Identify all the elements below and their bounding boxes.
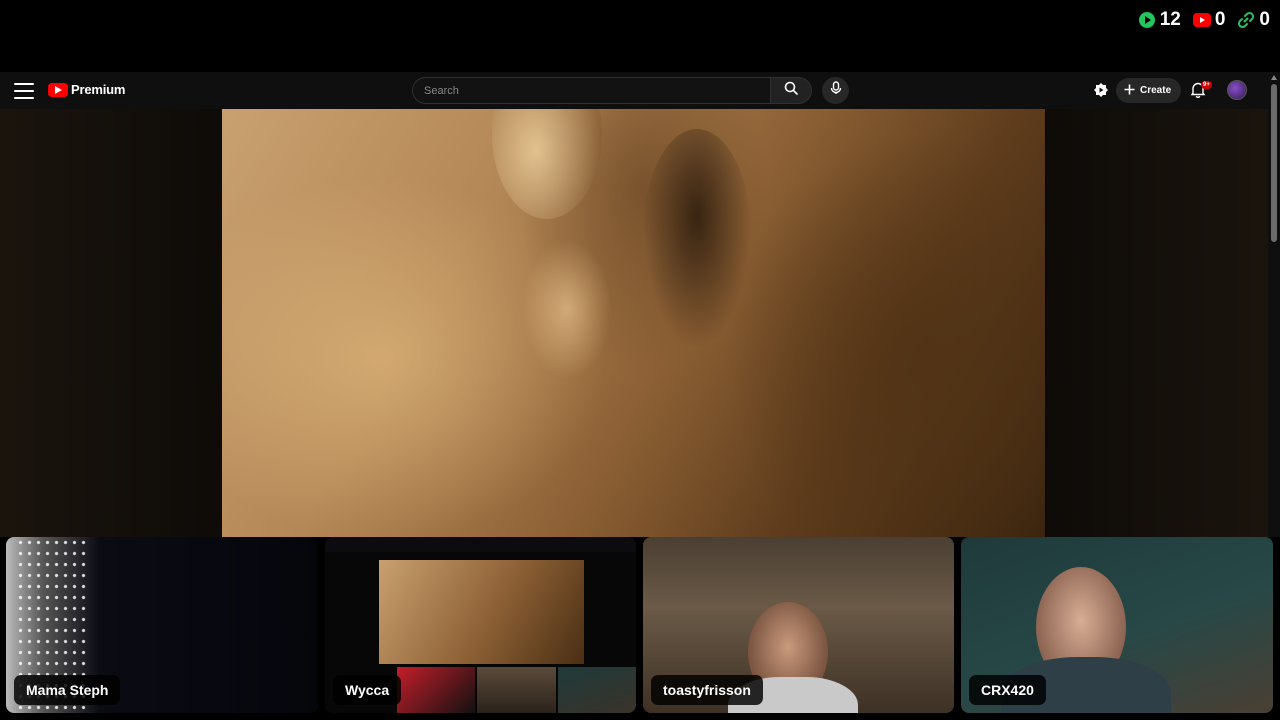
participant-tile[interactable]: toastyfrisson [643,537,954,713]
create-button[interactable]: Create [1116,78,1182,103]
participant-name: CRX420 [969,675,1046,705]
logo-text: Premium [71,82,126,97]
participant-name: toastyfrisson [651,675,763,705]
microphone-icon [830,81,842,100]
video-highlight [522,239,612,379]
mini-stream-banner [325,537,636,552]
video-frame [222,109,1045,537]
viewer-counter: 12 [1138,9,1181,31]
hamburger-icon[interactable] [14,83,34,99]
youtube-icon [1192,13,1211,27]
participant-tile[interactable]: CRX420 [961,537,1273,713]
search-bar [412,77,812,104]
link-icon [1237,11,1255,29]
search-icon [784,81,798,100]
play-icon [1138,11,1156,29]
mini-video-preview [379,560,584,664]
participant-tiles: Mama Steph Wycca toastyfrisson CRX420 [0,537,1280,720]
studio-icon[interactable] [1093,82,1109,103]
create-label: Create [1140,85,1172,96]
search-button[interactable] [770,77,812,104]
youtube-logo-icon [48,82,68,97]
account-avatar[interactable] [1227,80,1247,100]
participant-name: Mama Steph [14,675,121,705]
participant-tile[interactable]: Mama Steph [6,537,318,713]
participant-tile[interactable]: Wycca [325,537,636,713]
plus-icon [1124,84,1135,98]
video-highlight [492,109,602,219]
search-input[interactable] [412,77,770,104]
link-counter: 0 [1237,9,1270,31]
scroll-up-arrow-icon[interactable] [1271,75,1277,80]
scroll-thumb[interactable] [1271,84,1277,242]
youtube-logo[interactable]: Premium [48,82,125,97]
stats-counters: 12 0 0 [1138,9,1270,31]
notifications-badge: 9+ [1201,81,1212,89]
youtube-counter: 0 [1192,9,1226,31]
youtube-header: Premium Create 9+ [0,72,1268,109]
mini-participant-strip [397,667,636,713]
stream-overlay-bar: 12 0 0 [0,0,1280,72]
link-count: 0 [1259,9,1270,30]
youtube-count: 0 [1214,9,1226,30]
voice-search-button[interactable] [822,77,849,104]
video-shadow [642,129,752,349]
video-player[interactable] [0,109,1268,537]
participant-name: Wycca [333,675,402,705]
viewer-count: 12 [1159,9,1181,30]
